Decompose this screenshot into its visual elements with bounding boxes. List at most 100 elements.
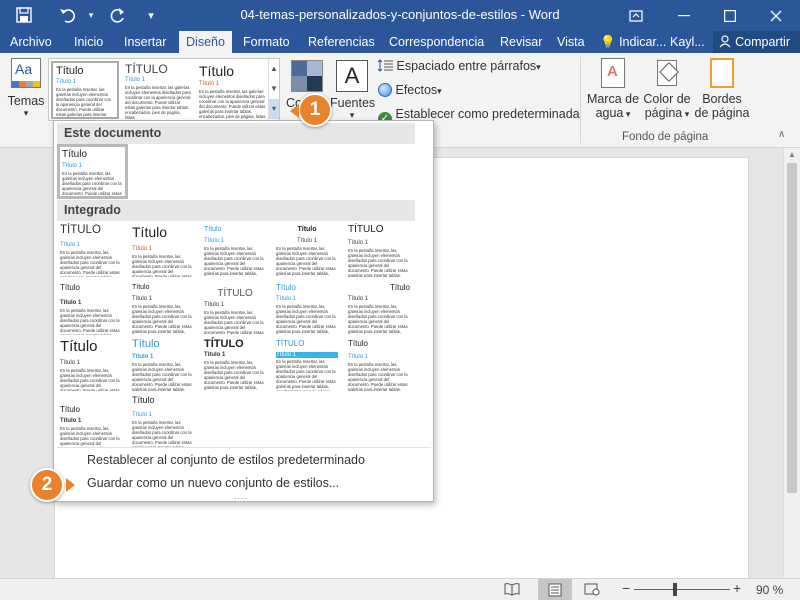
builtin-style-thumb[interactable]: Título Título 1 En la pestaña Insertar, la… <box>130 223 196 277</box>
resize-grip-icon[interactable]: .... <box>234 491 248 501</box>
scroll-up-icon[interactable]: ▲ <box>784 150 800 159</box>
thumb-body: En la pestaña Insertar, las galerías inc… <box>60 308 120 335</box>
paragraph-spacing-label: Espaciado entre párrafos <box>396 59 537 73</box>
maximize-icon[interactable] <box>710 0 750 31</box>
undo-icon[interactable] <box>56 4 80 26</box>
read-mode-icon[interactable] <box>504 582 526 597</box>
thumb-body: En la pestaña Insertar, las galerías inc… <box>348 304 408 335</box>
themes-button[interactable]: Aa Temas ▾ <box>6 58 46 130</box>
builtin-style-thumb[interactable]: Título Título 1 En la pestaña Insertar, la… <box>130 337 196 391</box>
this-document-style-thumb[interactable]: Título Título 1 En la pestaña Insertar, … <box>57 144 128 199</box>
callout-pointer-1 <box>290 104 299 118</box>
tab-diseno[interactable]: Diseño <box>179 31 232 53</box>
page-color-icon <box>652 58 682 88</box>
save-style-set-item[interactable]: Guardar como un nuevo conjunto de estilo… <box>87 476 339 490</box>
thumb-title: Título <box>132 284 150 291</box>
thumb-title: TÍTULO <box>276 339 305 348</box>
collapse-ribbon-icon[interactable]: ∧ <box>778 129 785 140</box>
builtin-style-thumb[interactable]: Título Título 1 En la pestaña Insertar, la… <box>130 281 196 335</box>
tab-referencias[interactable]: Referencias <box>302 31 381 53</box>
thumb-body: En la pestaña Insertar, las galerías inc… <box>276 246 336 277</box>
tab-vista[interactable]: Vista <box>551 31 591 53</box>
gallery-item-body: En la pestaña Insertar, las galerías inc… <box>125 85 191 119</box>
page-color-button[interactable]: Color de página ▾ <box>640 58 694 130</box>
builtin-style-thumb[interactable]: Título Título 1 En la pestaña Insertar, la… <box>274 281 340 335</box>
ribbon-display-options-icon[interactable] <box>616 0 656 31</box>
page-background-group-label: Fondo de página <box>622 131 709 143</box>
paragraph-spacing-button[interactable]: Espaciado entre párrafos▾ <box>377 59 541 73</box>
builtin-style-thumb[interactable]: TÍTULO Título 1 En la pestaña Insertar, la… <box>58 223 124 277</box>
close-icon[interactable] <box>756 0 796 31</box>
tab-correspondencia[interactable]: Correspondencia <box>383 31 490 53</box>
minimize-icon[interactable] <box>664 0 704 31</box>
zoom-slider-track[interactable] <box>634 589 730 590</box>
builtin-style-thumb[interactable]: TÍTULO Título 1 En la pestaña Insertar, la… <box>274 337 340 391</box>
builtin-style-thumb[interactable]: TÍTULO Título 1 En la pestaña Insertar, la… <box>202 337 268 391</box>
tab-formato[interactable]: Formato <box>237 31 296 53</box>
customize-quick-access-icon[interactable]: ▾ <box>143 4 159 26</box>
builtin-style-thumb[interactable]: Título Título 1 En la pestaña Insertar, la… <box>58 281 124 335</box>
zoom-in-button[interactable]: + <box>733 580 741 596</box>
vertical-scrollbar[interactable]: ▲ <box>783 148 800 578</box>
thumb-body: En la pestaña Insertar, las galerías inc… <box>132 420 192 447</box>
share-button[interactable]: Compartir <box>712 31 800 53</box>
undo-dropdown-icon[interactable]: ▾ <box>84 4 98 26</box>
thumb-heading: Título 1 <box>60 242 81 248</box>
gallery-scroll-down-icon[interactable]: ▼ <box>269 79 279 99</box>
tell-me-box[interactable]: 💡 Indicar... <box>594 31 672 53</box>
themes-icon: Aa <box>11 58 41 88</box>
page-color-label-line2: página <box>644 106 683 120</box>
gallery-item-heading: Título 1 <box>56 79 77 85</box>
thumb-body: En la pestaña Insertar, las galerías inc… <box>276 304 336 335</box>
gallery-item[interactable]: Título Título 1 En la pestaña Insertar, … <box>196 61 270 119</box>
tab-archivo[interactable]: Archivo <box>4 31 58 53</box>
redo-icon[interactable] <box>106 4 130 26</box>
zoom-slider-thumb[interactable] <box>673 583 677 596</box>
builtin-style-thumb[interactable]: TÍTULO Título 1 En la pestaña Insertar, la… <box>202 281 268 335</box>
thumb-heading: Título 1 <box>348 296 369 302</box>
thumb-body: En la pestaña Insertar, las galerías inc… <box>132 254 192 277</box>
gallery-more-icon[interactable]: ▾ <box>269 99 279 119</box>
reset-style-set-item[interactable]: Restablecer al conjunto de estilos prede… <box>87 453 365 467</box>
zoom-level[interactable]: 90 % <box>756 583 783 597</box>
callout-badge-1: 1 <box>298 93 332 127</box>
gallery-item-title: Título <box>199 63 235 79</box>
builtin-style-thumb[interactable]: Título Título 1 En la pestaña Insertar, la… <box>130 393 196 447</box>
web-layout-icon[interactable] <box>584 582 606 597</box>
builtin-style-thumb[interactable]: TÍTULO Título 1 En la pestaña Insertar, la… <box>346 223 412 277</box>
thumb-title: Título <box>389 283 410 292</box>
thumb-body: En la pestaña Insertar, las galerías inc… <box>60 368 120 391</box>
gallery-item[interactable]: Título Título 1 En la pestaña Insertar, … <box>51 61 119 119</box>
thumb-body: En la pestaña Insertar, las galerías inc… <box>348 362 408 391</box>
builtin-style-thumb[interactable]: Título Título 1 En la pestaña Insertar, la… <box>202 223 268 277</box>
effects-dropdown-icon: ▾ <box>437 86 442 96</box>
thumb-body: En la pestaña Insertar, las galerías inc… <box>60 250 120 277</box>
thumb-title: TÍTULO <box>348 224 384 235</box>
effects-button[interactable]: Efectos▾ <box>378 83 442 97</box>
save-icon[interactable] <box>12 4 36 26</box>
builtin-style-thumb[interactable]: Título Título 1 En la pestaña Insertar, la… <box>274 223 340 277</box>
thumb-heading: Título 1 <box>132 246 153 252</box>
paragraph-spacing-dropdown-icon: ▾ <box>536 62 541 72</box>
gallery-scroll-up-icon[interactable]: ▲ <box>269 59 279 79</box>
tab-inicio[interactable]: Inicio <box>68 31 109 53</box>
gallery-item[interactable]: TÍTULO Título 1 En la pestaña Insertar, … <box>122 61 194 119</box>
fonts-icon: A <box>336 60 368 92</box>
scroll-thumb[interactable] <box>787 163 797 493</box>
builtin-style-thumb[interactable]: Título Título 1 En la pestaña Insertar, la… <box>58 393 124 447</box>
tab-insertar[interactable]: Insertar <box>118 31 172 53</box>
print-layout-icon[interactable] <box>538 579 572 600</box>
builtin-style-thumb[interactable]: Título Título 1 En la pestaña Insertar, la… <box>346 281 412 335</box>
user-name[interactable]: Kayl... <box>664 31 711 53</box>
thumb-title: TÍTULO <box>204 338 244 350</box>
builtin-style-thumb[interactable]: Título Título 1 En la pestaña Insertar, la… <box>346 337 412 391</box>
watermark-button[interactable]: A Marca de agua ▾ <box>586 58 640 130</box>
watermark-dropdown-icon: ▾ <box>623 109 631 119</box>
thumb-heading: Título 1 <box>348 354 369 360</box>
tab-revisar[interactable]: Revisar <box>494 31 548 53</box>
page-borders-button[interactable]: Bordes de página <box>694 58 750 130</box>
thumb-body: En la pestaña Insertar, las galerías inc… <box>204 360 264 391</box>
page-color-label-line1: Color de <box>643 92 691 106</box>
zoom-out-button[interactable]: − <box>622 580 630 596</box>
builtin-style-thumb[interactable]: Título Título 1 En la pestaña Insertar, la… <box>58 337 124 391</box>
